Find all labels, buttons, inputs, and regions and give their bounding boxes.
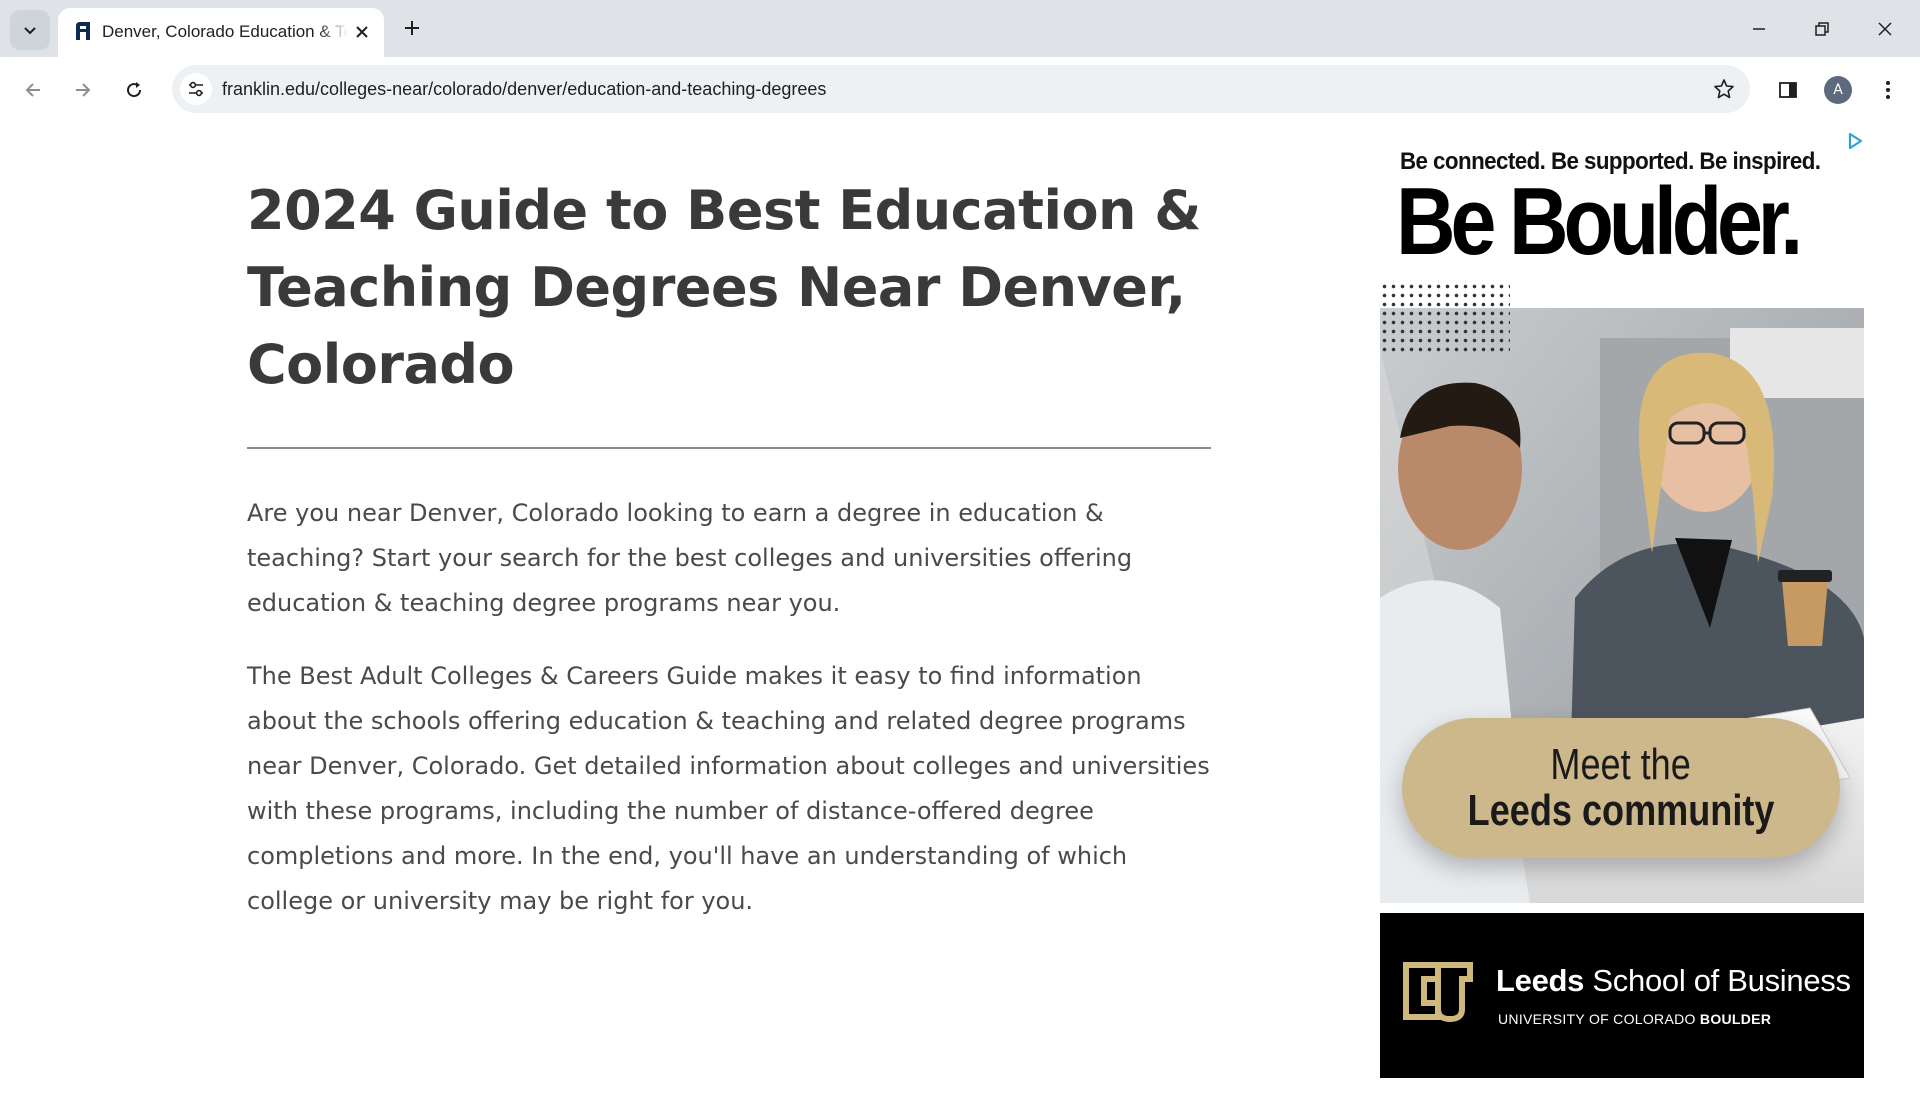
browser-toolbar: franklin.edu/colleges-near/colorado/denv… <box>0 57 1920 123</box>
ad-cta-line2: Leeds community <box>1467 786 1775 835</box>
article: 2024 Guide to Best Education & Teaching … <box>247 172 1211 924</box>
ad-footer: Leeds School of Business UNIVERSITY OF C… <box>1380 913 1864 1078</box>
tune-icon <box>189 81 203 97</box>
forward-button[interactable] <box>66 73 100 107</box>
franklin-logo-icon <box>76 22 90 40</box>
close-tab-icon[interactable] <box>350 20 374 44</box>
new-tab-button[interactable] <box>398 14 426 42</box>
browser-menu-button[interactable] <box>1871 73 1905 107</box>
back-button[interactable] <box>16 73 50 107</box>
reload-button[interactable] <box>117 73 151 107</box>
side-panel-button[interactable] <box>1771 73 1805 107</box>
more-vert-icon <box>1886 81 1890 99</box>
description-paragraph: The Best Adult Colleges & Careers Guide … <box>247 662 1210 915</box>
chevron-down-icon <box>24 27 36 35</box>
url-text[interactable]: franklin.edu/colleges-near/colorado/denv… <box>222 65 826 113</box>
page-title: 2024 Guide to Best Education & Teaching … <box>247 179 1201 396</box>
ad-university-name: UNIVERSITY OF COLORADO BOULDER <box>1498 1011 1772 1027</box>
profile-button[interactable]: A <box>1821 73 1855 107</box>
ad-headline: Be Boulder. <box>1396 168 1803 275</box>
title-divider <box>247 447 1211 449</box>
tab-title: Denver, Colorado Education & Teaching De… <box>102 22 348 41</box>
minimize-icon <box>1753 28 1765 30</box>
address-bar[interactable]: franklin.edu/colleges-near/colorado/denv… <box>172 65 1750 113</box>
forward-arrow-icon <box>76 83 91 97</box>
avatar: A <box>1824 76 1852 104</box>
plus-icon <box>405 21 419 35</box>
ad-cta-line1: Meet the <box>1550 740 1692 789</box>
site-info-button[interactable] <box>180 73 212 105</box>
star-icon <box>1714 79 1734 99</box>
intro-paragraph: Are you near Denver, Colorado looking to… <box>247 499 1133 617</box>
restore-button[interactable] <box>1807 14 1837 44</box>
ad-school-name: Leeds School of Business <box>1496 963 1851 998</box>
tab-search-button[interactable] <box>10 10 50 50</box>
ad-dot-pattern <box>1380 282 1510 356</box>
restore-icon <box>1815 22 1829 36</box>
close-window-button[interactable] <box>1870 14 1900 44</box>
close-icon <box>1878 22 1892 36</box>
advertisement[interactable]: Be connected. Be supported. Be inspired.… <box>1380 132 1864 1078</box>
ad-choices-icon[interactable] <box>1846 132 1864 150</box>
ad-cta-button[interactable]: Meet the Leeds community <box>1402 718 1840 858</box>
tab-strip: Denver, Colorado Education & Teaching De… <box>0 0 1920 57</box>
reload-icon <box>127 82 142 98</box>
browser-tab-active[interactable]: Denver, Colorado Education & Teaching De… <box>58 8 384 57</box>
bookmark-star-button[interactable] <box>1712 77 1736 101</box>
cu-logo-icon <box>1403 962 1473 1023</box>
back-arrow-icon <box>25 83 40 97</box>
minimize-button[interactable] <box>1744 14 1774 44</box>
page-content: 2024 Guide to Best Education & Teaching … <box>0 122 1920 1103</box>
side-panel-icon <box>1779 82 1797 98</box>
